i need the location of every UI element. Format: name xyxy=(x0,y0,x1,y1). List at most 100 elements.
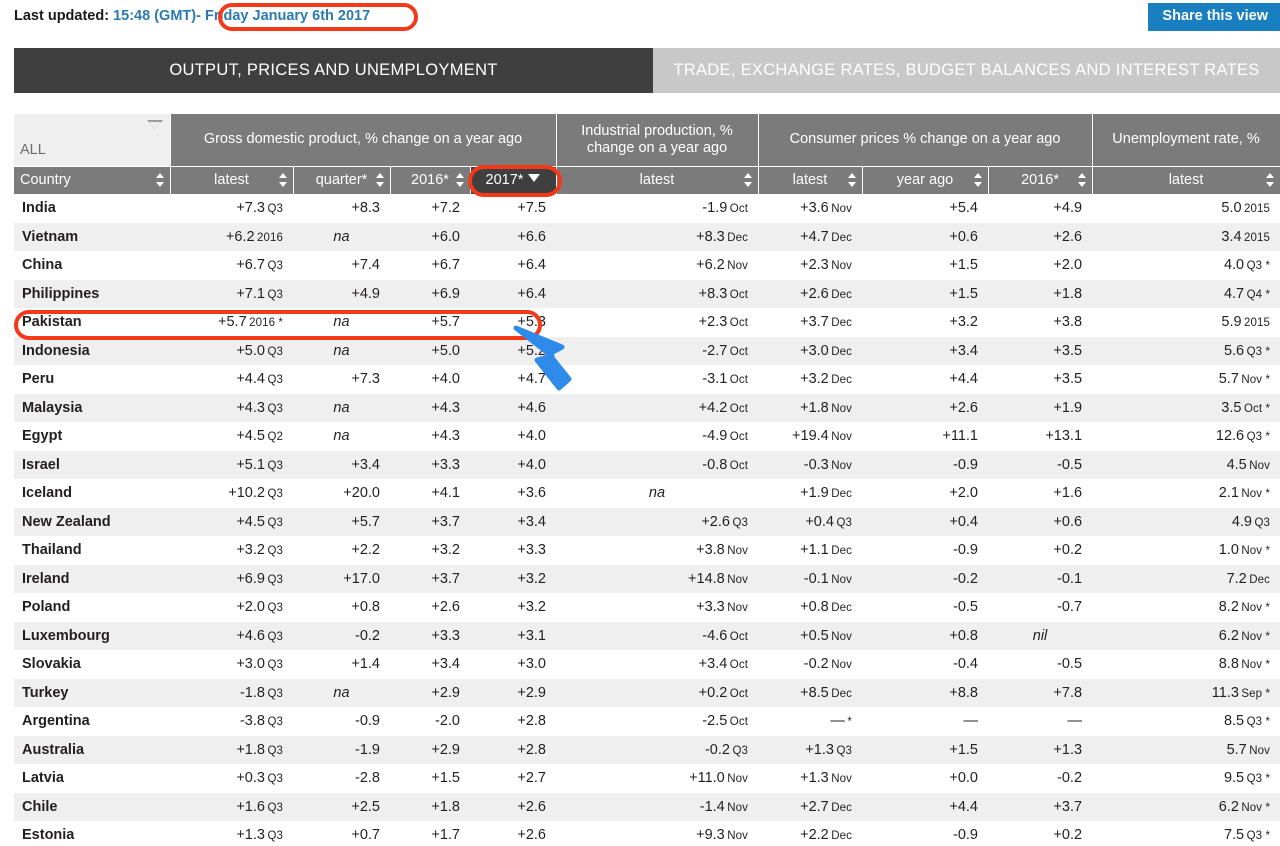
col-header-gdp-latest[interactable]: latest xyxy=(170,166,294,195)
cell-country: Argentina xyxy=(14,707,170,736)
page-root: Last updated: 15:48 (GMT)- Friday Januar… xyxy=(0,0,1280,846)
table-row[interactable]: Pakistan +5.7 2016 * na +5.7 +5.3 +2.3 Oct +3.7 D… xyxy=(14,308,1280,337)
cell-unemployment: 5.0 2015 xyxy=(1092,194,1280,223)
cell-country: Slovakia xyxy=(14,650,170,679)
sort-arrows-icon[interactable] xyxy=(278,172,288,188)
sort-arrows-icon[interactable] xyxy=(455,172,465,188)
cell-gdp-2016: +2.6 xyxy=(390,593,470,622)
cell-country: China xyxy=(14,251,170,280)
table-row[interactable]: Slovakia +3.0 Q3 +1.4 +3.4 +3.0 +3.4 Oct -0.2 Nov… xyxy=(14,650,1280,679)
cell-gdp-2017: +3.4 xyxy=(470,507,556,537)
table-row[interactable]: Vietnam +6.2 2016 na +6.0 +6.6 +8.3 Dec +4.7 Dec +… xyxy=(14,222,1280,252)
table-row[interactable]: India +7.3 Q3 +8.3 +7.2 +7.5 -1.9 Oct +3.6 Nov +5.… xyxy=(14,194,1280,223)
table-row[interactable]: Estonia +1.3 Q3 +0.7 +1.7 +2.6 +9.3 Nov +2.2 Dec -… xyxy=(14,821,1280,846)
share-this-view-button[interactable]: Share this view xyxy=(1148,3,1280,31)
cell-cpi-2016: +1.8 xyxy=(988,279,1093,309)
table-row[interactable]: Latvia +0.3 Q3 -2.8 +1.5 +2.7 +11.0 Nov +1.3 Nov +… xyxy=(14,764,1280,793)
table-row[interactable]: New Zealand +4.5 Q3 +5.7 +3.7 +3.4 +2.6 Q3 +0.4 Q… xyxy=(14,507,1280,537)
table-row[interactable]: Thailand +3.2 Q3 +2.2 +3.2 +3.3 +3.8 Nov +1.1 Dec… xyxy=(14,536,1280,565)
cell-cpi-latest: +2.7 Dec xyxy=(758,792,862,822)
table-row[interactable]: Chile +1.6 Q3 +2.5 +1.8 +2.6 -1.4 Nov +2.7 Dec +4.… xyxy=(14,792,1280,822)
col-header-cpi-year-ago[interactable]: year ago xyxy=(862,166,989,195)
table-row[interactable]: Iceland +10.2 Q3 +20.0 +4.1 +3.6 na +1.9 Dec +2.0… xyxy=(14,479,1280,508)
cell-gdp-2017: +2.6 xyxy=(470,792,556,822)
cell-country: Chile xyxy=(14,792,170,822)
col-header-unemployment-latest-label: latest xyxy=(1168,172,1204,188)
cell-gdp-quarter: +7.4 xyxy=(293,251,390,280)
cell-cpi-latest: +1.1 Dec xyxy=(758,536,862,565)
sort-arrows-icon[interactable] xyxy=(1265,172,1275,188)
cell-cpi-year-ago: +3.4 xyxy=(862,336,988,366)
cell-gdp-2016: +6.0 xyxy=(390,222,470,252)
cell-gdp-quarter: na xyxy=(293,222,390,252)
table-row[interactable]: Argentina -3.8 Q3 -0.9 -2.0 +2.8 -2.5 Oct — * — —8.… xyxy=(14,707,1280,736)
table-row[interactable]: Turkey -1.8 Q3 na +2.9 +2.9 +0.2 Oct +8.5 Dec +8.8… xyxy=(14,678,1280,708)
cell-gdp-2017: +3.6 xyxy=(470,479,556,508)
cell-gdp-quarter: +2.5 xyxy=(293,792,390,822)
table-row[interactable]: Malaysia +4.3 Q3 na +4.3 +4.6 +4.2 Oct +1.8 Nov +2… xyxy=(14,393,1280,423)
col-header-unemployment-latest[interactable]: latest xyxy=(1092,166,1280,195)
cell-cpi-2016: nil xyxy=(988,621,1093,651)
tab-output-prices-unemployment[interactable]: OUTPUT, PRICES AND UNEMPLOYMENT xyxy=(14,48,653,93)
cell-cpi-year-ago: -0.4 xyxy=(862,650,988,679)
cell-unemployment: 5.9 2015 xyxy=(1092,308,1280,337)
cell-gdp-latest: +0.3 Q3 xyxy=(170,764,293,793)
table-row[interactable]: Poland +2.0 Q3 +0.8 +2.6 +3.2 +3.3 Nov +0.8 Dec -0… xyxy=(14,593,1280,622)
table-row[interactable]: Philippines +7.1 Q3 +4.9 +6.9 +6.4 +8.3 Oct +2.6… xyxy=(14,279,1280,309)
col-header-gdp-quarter[interactable]: quarter* xyxy=(293,166,391,195)
table-row[interactable]: Egypt +4.5 Q2 na +4.3 +4.0 -4.9 Oct +19.4 Nov +11.… xyxy=(14,422,1280,451)
cell-cpi-2016: — xyxy=(988,707,1093,736)
cell-gdp-2017: +3.3 xyxy=(470,536,556,565)
table-row[interactable]: Australia +1.8 Q3 -1.9 +2.9 +2.8 -0.2 Q3 +1.3 Q3 +… xyxy=(14,735,1280,765)
cell-gdp-2017: +4.6 xyxy=(470,393,556,423)
cell-gdp-2017: +3.2 xyxy=(470,564,556,594)
sort-arrows-icon[interactable] xyxy=(1077,172,1087,188)
last-updated-date[interactable]: Friday January 6th 2017 xyxy=(205,8,370,24)
cell-unemployment: 3.4 2015 xyxy=(1092,222,1280,252)
last-updated-line: Last updated: 15:48 (GMT)- Friday Januar… xyxy=(14,8,370,24)
cell-gdp-quarter: na xyxy=(293,336,390,366)
cell-gdp-2016: +4.0 xyxy=(390,365,470,394)
cell-gdp-2016: +1.5 xyxy=(390,764,470,793)
cell-gdp-2017: +6.6 xyxy=(470,222,556,252)
table-row[interactable]: Ireland +6.9 Q3 +17.0 +3.7 +3.2 +14.8 Nov -0.1 No… xyxy=(14,564,1280,594)
col-header-cpi-latest[interactable]: latest xyxy=(758,166,863,195)
sort-arrows-icon[interactable] xyxy=(973,172,983,188)
cell-gdp-2016: +1.8 xyxy=(390,792,470,822)
sort-arrows-icon[interactable] xyxy=(155,172,165,188)
last-updated-time[interactable]: 15:48 (GMT) xyxy=(113,8,196,24)
col-header-ip-latest-label: latest xyxy=(639,172,675,188)
cell-ip-latest: -0.2 Q3 xyxy=(556,735,758,765)
sort-arrows-icon[interactable] xyxy=(375,172,385,188)
top-bar: Last updated: 15:48 (GMT)- Friday Januar… xyxy=(0,0,1280,32)
col-header-cpi-2016[interactable]: 2016* xyxy=(988,166,1093,195)
table-row[interactable]: Peru +4.4 Q3 +7.3 +4.0 +4.7 -3.1 Oct +3.2 Dec +4.4… xyxy=(14,365,1280,394)
cell-gdp-latest: +7.1 Q3 xyxy=(170,279,293,309)
cell-gdp-quarter: na xyxy=(293,393,390,423)
cell-gdp-quarter: +1.4 xyxy=(293,650,390,679)
cell-gdp-2017: +4.0 xyxy=(470,450,556,480)
cell-cpi-latest: +1.9 Dec xyxy=(758,479,862,508)
cell-cpi-year-ago: +2.6 xyxy=(862,393,988,423)
cell-gdp-2016: +4.3 xyxy=(390,422,470,451)
table-row[interactable]: Israel +5.1 Q3 +3.4 +3.3 +4.0 -0.8 Oct -0.3 Nov -0… xyxy=(14,450,1280,480)
cell-gdp-quarter: +5.7 xyxy=(293,507,390,537)
table-row[interactable]: China +6.7 Q3 +7.4 +6.7 +6.4 +6.2 Nov +2.3 Nov +1.… xyxy=(14,251,1280,280)
sort-arrows-icon[interactable] xyxy=(847,172,857,188)
cell-ip-latest: +6.2 Nov xyxy=(556,251,758,280)
tab-trade-exchange-budget-interest[interactable]: TRADE, EXCHANGE RATES, BUDGET BALANCES A… xyxy=(653,48,1280,93)
table-row[interactable]: Luxembourg +4.6 Q3 -0.2 +3.3 +3.1 -4.6 Oct +0.5 N… xyxy=(14,621,1280,651)
filter-caret-icon[interactable] xyxy=(146,120,163,129)
cell-cpi-2016: -0.7 xyxy=(988,593,1093,622)
col-header-ip-latest[interactable]: latest xyxy=(556,166,759,195)
cell-cpi-latest: +3.6 Nov xyxy=(758,194,862,223)
col-header-gdp-2016[interactable]: 2016* xyxy=(390,166,471,195)
col-header-gdp-2017[interactable]: 2017* xyxy=(470,166,557,195)
sort-arrows-icon[interactable] xyxy=(743,172,753,188)
cell-country: Malaysia xyxy=(14,393,170,423)
cell-ip-latest: -2.5 Oct xyxy=(556,707,758,736)
country-filter-cell[interactable]: ALL xyxy=(14,114,171,167)
col-header-country[interactable]: Country xyxy=(14,166,171,195)
table-row[interactable]: Indonesia +5.0 Q3 na +5.0 +5.2 -2.7 Oct +3.0 Dec +… xyxy=(14,336,1280,366)
cell-cpi-year-ago: +11.1 xyxy=(862,422,988,451)
